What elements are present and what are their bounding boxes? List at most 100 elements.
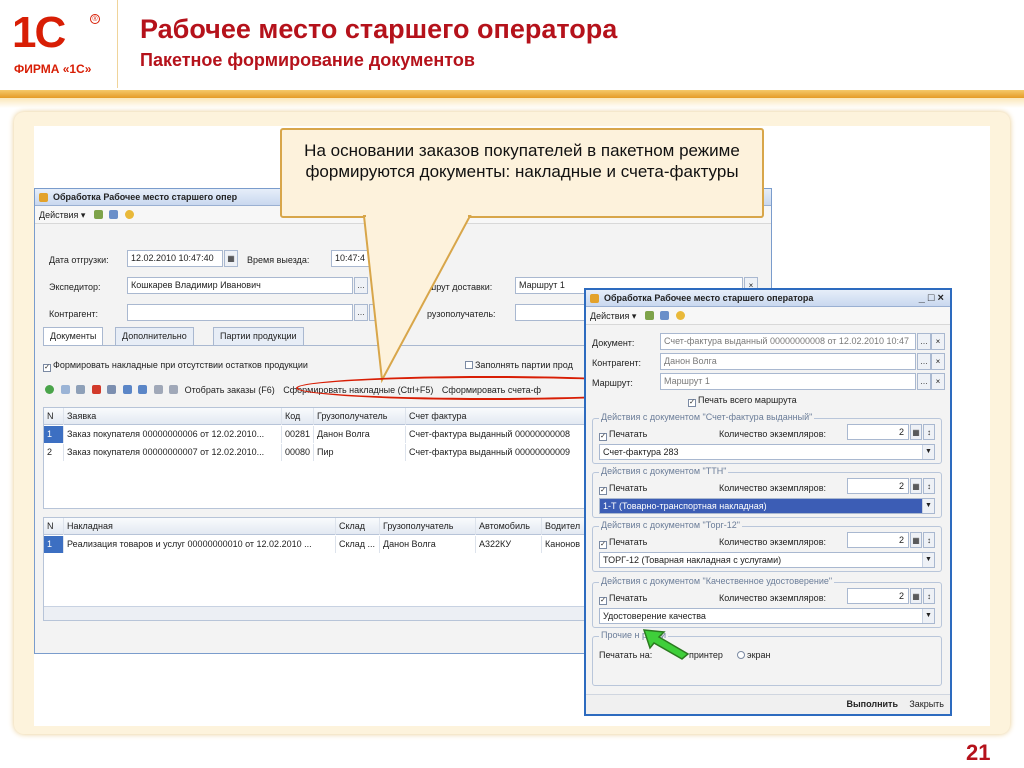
- calculator-icon[interactable]: ▦: [910, 532, 922, 548]
- chevron-down-icon[interactable]: ▼: [922, 553, 934, 567]
- refresh-icon[interactable]: [644, 311, 654, 320]
- fill-batches-label: Заполнять партии прод: [475, 360, 573, 370]
- help-icon[interactable]: [676, 311, 685, 320]
- copies-input[interactable]: 2: [847, 532, 909, 548]
- move-down-icon[interactable]: [138, 385, 148, 394]
- counterparty-label: Контрагент:: [592, 358, 642, 368]
- calculator-icon[interactable]: ▦: [910, 478, 922, 494]
- add-icon[interactable]: [45, 385, 54, 394]
- spin-icon[interactable]: ↕: [923, 478, 935, 494]
- group-torg12: Действия с документом "Торг-12" ✓ Печатат…: [592, 520, 942, 572]
- col-vehicle[interactable]: Автомобиль: [476, 518, 542, 535]
- tab-documents[interactable]: Документы: [43, 327, 104, 345]
- screen-label: экран: [747, 650, 771, 660]
- print-checkbox[interactable]: ✓ Печатать: [599, 482, 647, 495]
- tab-additional[interactable]: Дополнительно: [115, 327, 194, 345]
- print-window-titlebar[interactable]: Обработка Рабочее место старшего операто…: [586, 290, 950, 307]
- window-controls-icon[interactable]: _ □ ×: [919, 290, 944, 307]
- print-form-select[interactable]: ТОРГ-12 (Товарная накладная с услугами) ▼: [599, 552, 935, 568]
- row-number: 1: [44, 536, 64, 553]
- calendar-icon[interactable]: ▦: [224, 250, 238, 267]
- sort-asc-icon[interactable]: [153, 385, 163, 394]
- copy-icon[interactable]: [60, 385, 70, 394]
- spin-icon[interactable]: ↕: [923, 588, 935, 604]
- help-icon[interactable]: [125, 210, 134, 219]
- checkbox-checked-icon: ✓: [599, 433, 607, 441]
- slide-title: Рабочее место старшего оператора: [140, 14, 618, 44]
- spin-icon[interactable]: ↕: [923, 532, 935, 548]
- counterparty-field[interactable]: [127, 304, 353, 321]
- print-route-label: Печать всего маршрута: [698, 395, 797, 405]
- col-order[interactable]: Заявка: [64, 408, 282, 425]
- print-label: Печатать: [609, 537, 648, 547]
- print-route-checkbox[interactable]: ✓ Печать всего маршрута: [688, 394, 797, 407]
- edit-icon[interactable]: [76, 385, 86, 394]
- print-checkbox[interactable]: ✓ Печатать: [599, 428, 647, 441]
- main-window-title: Обработка Рабочее место старшего опер: [53, 192, 238, 202]
- print-footer: Выполнить Закрыть: [586, 694, 950, 714]
- spin-icon[interactable]: ↕: [923, 424, 935, 440]
- copies-input[interactable]: 2: [847, 478, 909, 494]
- printer-radio[interactable]: принтер: [689, 649, 723, 661]
- copies-label: Количество экземпляров:: [719, 537, 826, 547]
- row-consignee: Пир: [314, 444, 406, 461]
- save-icon[interactable]: [660, 311, 670, 320]
- document-clear-icon[interactable]: ×: [931, 333, 945, 350]
- tab-batches[interactable]: Партии продукции: [213, 327, 304, 345]
- actions-menu[interactable]: Действия ▾: [39, 210, 85, 220]
- print-label: Печатать: [609, 593, 648, 603]
- col-invoice[interactable]: Накладная: [64, 518, 336, 535]
- col-n[interactable]: N: [44, 518, 64, 535]
- print-checkbox[interactable]: ✓ Печатать: [599, 592, 647, 605]
- print-label: Печатать: [609, 429, 648, 439]
- form-invoices-checkbox[interactable]: ✓ Формировать накладные при отсутствии ос…: [43, 359, 308, 372]
- col-consignee[interactable]: Грузополучатель: [380, 518, 476, 535]
- chevron-down-icon[interactable]: ▼: [922, 609, 934, 623]
- screen-radio[interactable]: экран: [737, 649, 771, 661]
- refresh-icon[interactable]: [93, 210, 103, 219]
- counterparty-clear-icon[interactable]: ×: [931, 353, 945, 370]
- chevron-down-icon[interactable]: ▼: [922, 499, 934, 513]
- sort-desc-icon[interactable]: [169, 385, 179, 394]
- row-code: 00281: [282, 426, 314, 443]
- col-consignee[interactable]: Грузополучатель: [314, 408, 406, 425]
- actions-menu[interactable]: Действия ▾: [590, 311, 636, 321]
- form-invoices-label: Формировать накладные при отсутствии ост…: [53, 360, 308, 370]
- calculator-icon[interactable]: ▦: [910, 424, 922, 440]
- select-orders-button[interactable]: Отобрать заказы (F6): [185, 385, 275, 395]
- print-form-select[interactable]: Удостоверение качества ▼: [599, 608, 935, 624]
- route-clear-icon[interactable]: ×: [931, 373, 945, 390]
- route-field[interactable]: Маршрут 1: [660, 373, 916, 390]
- print-form-select[interactable]: Счет-фактура 283 ▼: [599, 444, 935, 460]
- col-n[interactable]: N: [44, 408, 64, 425]
- counterparty-field[interactable]: Данон Волга: [660, 353, 916, 370]
- execute-button[interactable]: Выполнить: [846, 699, 898, 709]
- ship-date-field[interactable]: 12.02.2010 10:47:40: [127, 250, 223, 267]
- row-order: Заказ покупателя 00000000007 от 12.02.20…: [64, 444, 282, 461]
- copies-input[interactable]: 2: [847, 588, 909, 604]
- print-form-select[interactable]: 1-Т (Товарно-транспортная накладная) ▼: [599, 498, 935, 514]
- col-code[interactable]: Код: [282, 408, 314, 425]
- row-vehicle: А322КУ: [476, 536, 542, 553]
- copies-input[interactable]: 2: [847, 424, 909, 440]
- delete-icon[interactable]: [91, 385, 101, 394]
- close-button[interactable]: Закрыть: [909, 699, 944, 709]
- document-field[interactable]: Счет-фактура выданный 00000000008 от 12.…: [660, 333, 916, 350]
- group-ttn: Действия с документом "ТТН" ✓ Печатать Ко…: [592, 466, 942, 518]
- save-icon[interactable]: [109, 210, 119, 219]
- forwarder-field[interactable]: Кошкарев Владимир Иванович: [127, 277, 353, 294]
- row-code: 00080: [282, 444, 314, 461]
- counterparty-select-button[interactable]: …: [917, 353, 931, 370]
- checkbox-checked-icon: ✓: [43, 364, 51, 372]
- route-select-button[interactable]: …: [917, 373, 931, 390]
- fill-batches-checkbox[interactable]: Заполнять партии прод: [465, 359, 573, 371]
- calculator-icon[interactable]: ▦: [910, 588, 922, 604]
- print-checkbox[interactable]: ✓ Печатать: [599, 536, 647, 549]
- document-select-button[interactable]: …: [917, 333, 931, 350]
- callout-pointer: [362, 214, 472, 384]
- move-up-icon[interactable]: [122, 385, 132, 394]
- chevron-down-icon[interactable]: ▼: [922, 445, 934, 459]
- print-form-value: 1-Т (Товарно-транспортная накладная): [603, 501, 767, 511]
- list-icon[interactable]: [107, 385, 117, 394]
- col-warehouse[interactable]: Склад: [336, 518, 380, 535]
